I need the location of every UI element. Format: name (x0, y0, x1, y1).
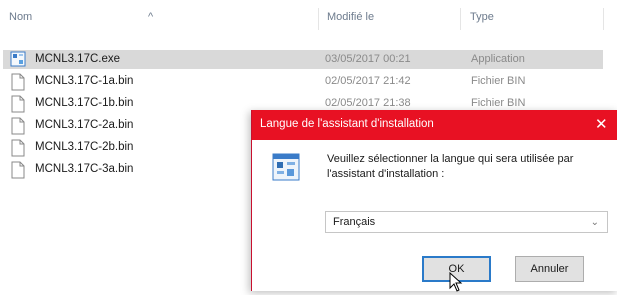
file-date: 03/05/2017 00:21 (325, 53, 411, 65)
column-header-name[interactable]: Nom (9, 11, 32, 23)
file-icon (10, 95, 26, 116)
dialog-title: Langue de l'assistant d'installation (260, 118, 434, 130)
file-type: Application (471, 53, 525, 65)
file-name: MCNL3.17C-1b.bin (35, 97, 134, 109)
sort-caret-icon: ^ (148, 11, 154, 23)
installer-icon (10, 51, 26, 70)
file-icon (10, 139, 26, 160)
column-divider[interactable] (318, 8, 319, 30)
file-row[interactable]: MCNL3.17C-1a.bin 02/05/2017 21:42 Fichie… (3, 72, 603, 91)
mouse-cursor-icon (449, 271, 463, 295)
file-name: MCNL3.17C-2b.bin (35, 141, 134, 153)
column-header-row: Nom ^ Modifié le Type (0, 0, 617, 36)
column-header-modified[interactable]: Modifié le (327, 11, 374, 23)
file-date: 02/05/2017 21:38 (325, 97, 411, 109)
column-header-type[interactable]: Type (470, 11, 494, 23)
language-select[interactable]: Français ⌄ (325, 211, 608, 233)
file-type: Fichier BIN (471, 75, 526, 87)
file-type: Fichier BIN (471, 97, 526, 109)
column-divider[interactable] (603, 8, 604, 30)
file-name: MCNL3.17C-3a.bin (35, 163, 134, 175)
language-dialog: Langue de l'assistant d'installation ✕ V… (251, 110, 617, 292)
installer-icon (272, 153, 300, 184)
chevron-down-icon: ⌄ (590, 217, 599, 228)
file-name: MCNL3.17C-1a.bin (35, 75, 134, 87)
file-name: MCNL3.17C-2a.bin (35, 119, 134, 131)
file-icon (10, 73, 26, 94)
dialog-message: Veuillez sélectionner la langue qui sera… (327, 153, 574, 180)
column-divider[interactable] (460, 8, 461, 30)
language-select-value: Français (333, 216, 376, 228)
file-row[interactable]: MCNL3.17C.exe 03/05/2017 00:21 Applicati… (3, 50, 603, 69)
close-icon[interactable]: ✕ (595, 115, 608, 133)
file-icon (10, 117, 26, 138)
file-date: 02/05/2017 21:42 (325, 75, 411, 87)
dialog-title-bar[interactable]: Langue de l'assistant d'installation ✕ (252, 110, 617, 140)
cancel-button[interactable]: Annuler (515, 256, 584, 282)
file-icon (10, 161, 26, 182)
file-name: MCNL3.17C.exe (35, 53, 121, 65)
